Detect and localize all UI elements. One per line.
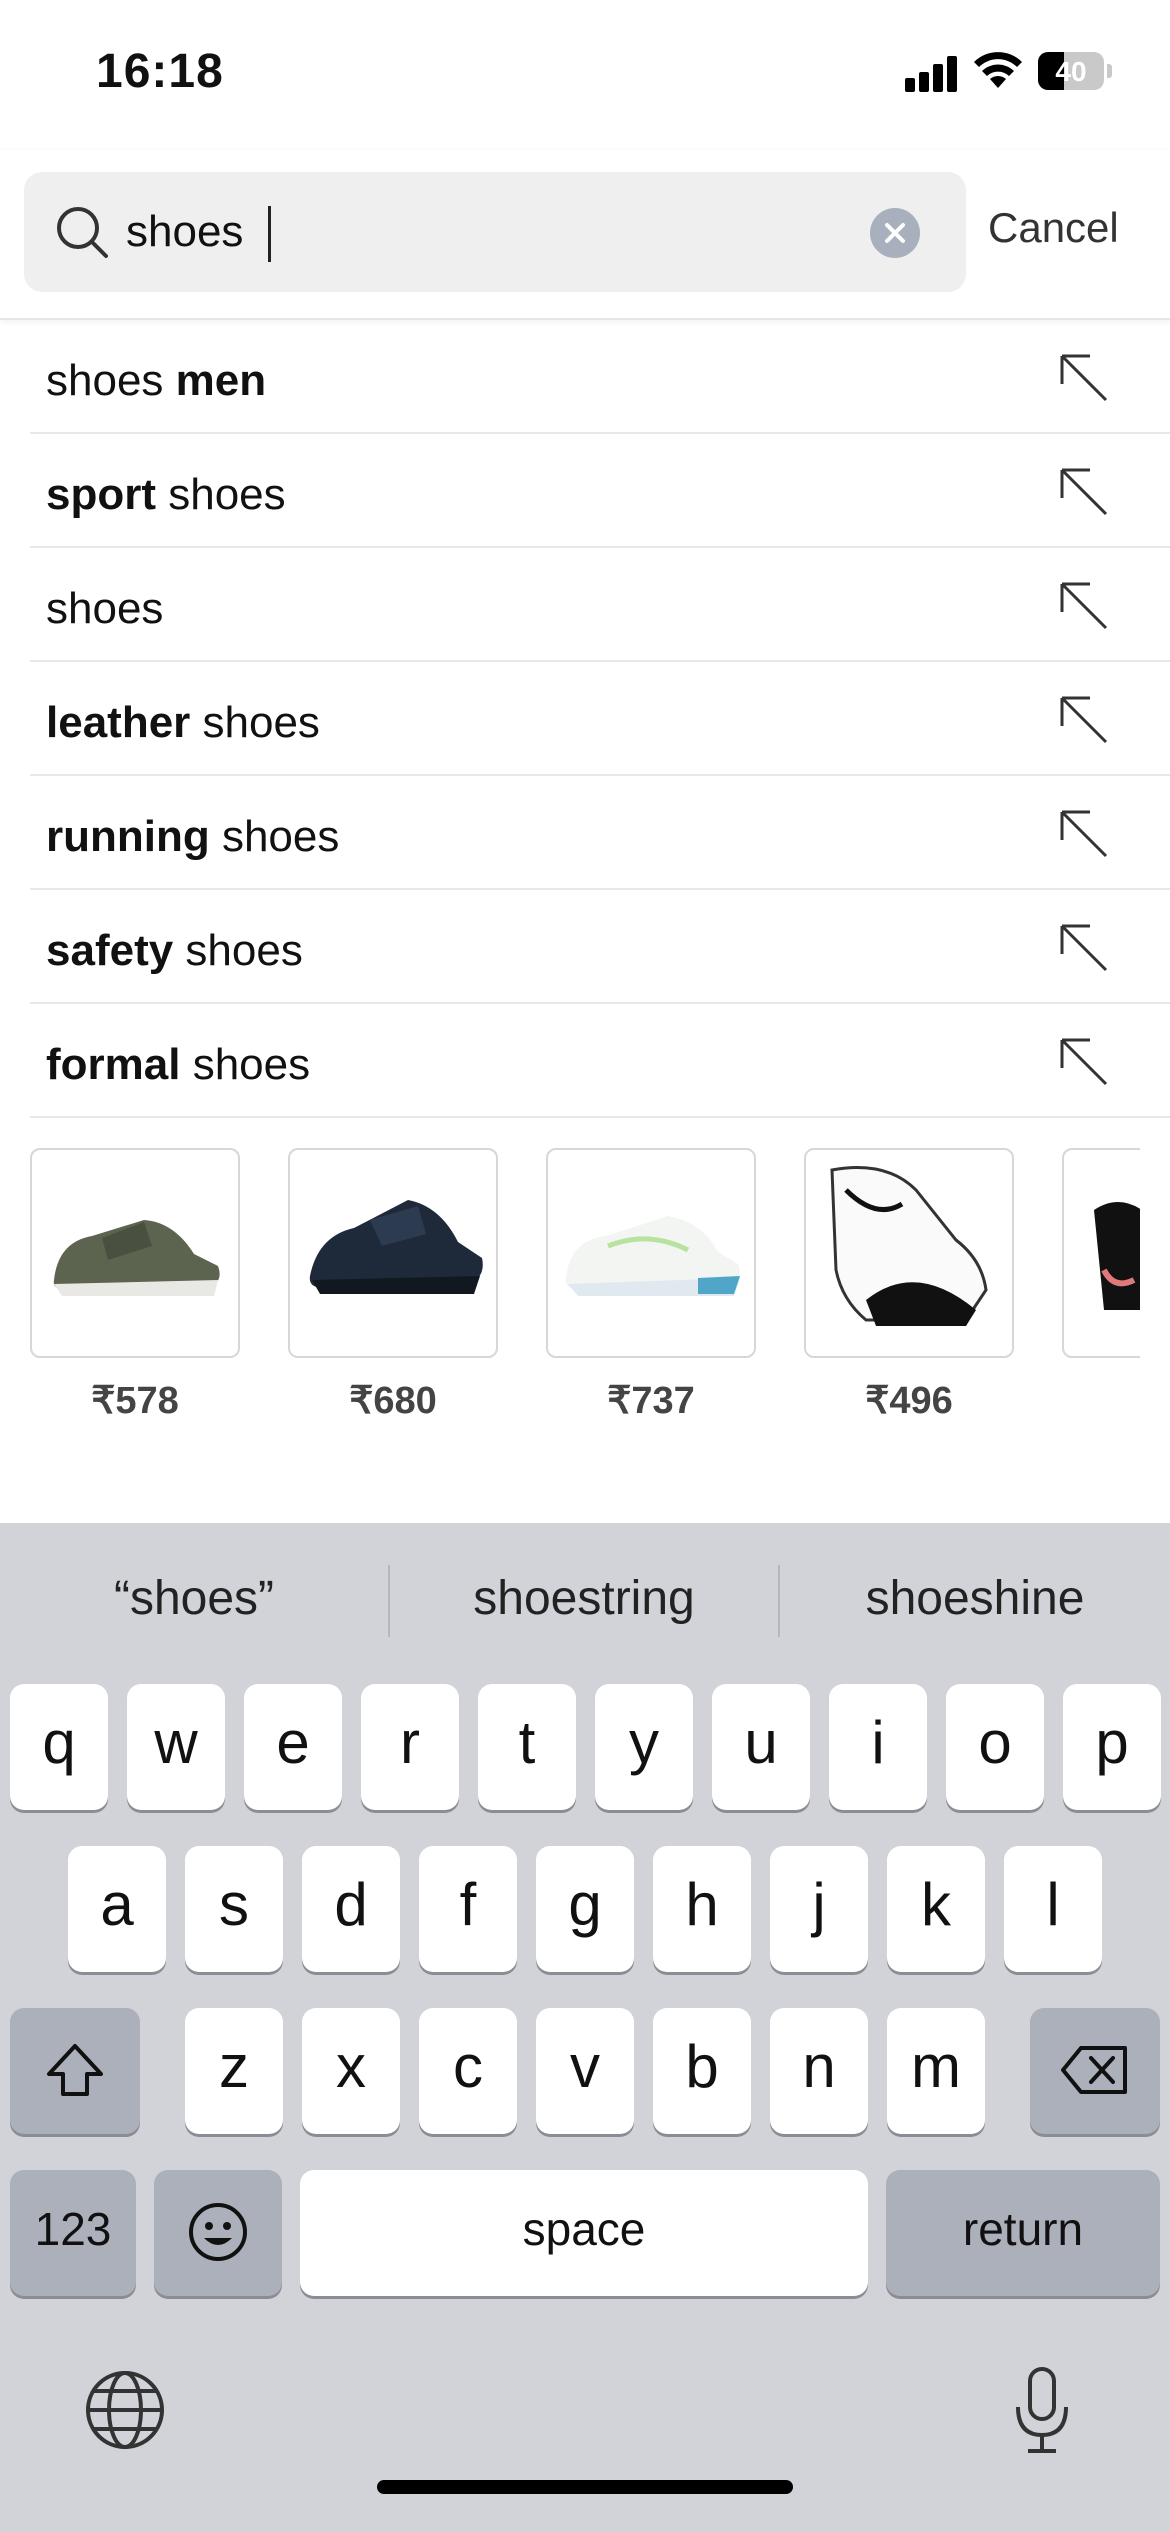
key-a[interactable]: a — [68, 1846, 166, 1972]
wifi-icon — [974, 52, 1022, 88]
return-key[interactable]: return — [886, 2170, 1160, 2296]
arrow-up-left-icon[interactable] — [1056, 464, 1112, 520]
key-k[interactable]: k — [887, 1846, 985, 1972]
arrow-up-left-icon[interactable] — [1056, 578, 1112, 634]
suggestion-item[interactable]: running shoes — [30, 776, 1170, 890]
key-z[interactable]: z — [185, 2008, 283, 2134]
product-card[interactable]: ₹ — [1062, 1148, 1140, 1423]
close-icon — [885, 223, 905, 243]
search-box[interactable] — [24, 172, 966, 292]
search-input[interactable] — [126, 200, 866, 264]
key-w[interactable]: w — [127, 1684, 225, 1810]
key-e[interactable]: e — [244, 1684, 342, 1810]
product-card[interactable]: ₹737 — [546, 1148, 756, 1423]
space-key[interactable]: space — [300, 2170, 868, 2296]
arrow-up-left-icon[interactable] — [1056, 350, 1112, 406]
search-header: Cancel — [0, 150, 1170, 320]
product-image — [288, 1148, 498, 1358]
product-card[interactable]: ₹496 — [804, 1148, 1014, 1423]
suggestion-item[interactable]: shoes — [30, 548, 1170, 662]
status-bar: 16:18 40 — [0, 0, 1170, 150]
numbers-key[interactable]: 123 — [10, 2170, 136, 2296]
key-t[interactable]: t — [478, 1684, 576, 1810]
product-price: ₹496 — [865, 1380, 953, 1422]
product-image — [546, 1148, 756, 1358]
suggestion-item[interactable]: formal shoes — [30, 1004, 1170, 1118]
product-price: ₹680 — [349, 1380, 437, 1422]
product-price: ₹737 — [607, 1380, 695, 1422]
key-n[interactable]: n — [770, 2008, 868, 2134]
product-image — [804, 1148, 1014, 1358]
search-icon — [57, 207, 108, 258]
key-b[interactable]: b — [653, 2008, 751, 2134]
suggestion-item[interactable]: sport shoes — [30, 434, 1170, 548]
suggestion-label: running shoes — [46, 812, 340, 861]
arrow-up-left-icon[interactable] — [1056, 1034, 1112, 1090]
emoji-key[interactable] — [154, 2170, 282, 2296]
suggestion-item[interactable]: safety shoes — [30, 890, 1170, 1004]
product-image — [1062, 1148, 1140, 1358]
prediction-item[interactable]: shoestring — [390, 1571, 778, 1626]
emoji-icon — [189, 2203, 247, 2261]
product-card[interactable]: ₹578 — [30, 1148, 240, 1423]
prediction-item[interactable]: shoeshine — [780, 1571, 1170, 1626]
clear-search-button[interactable] — [870, 208, 920, 258]
key-c[interactable]: c — [419, 2008, 517, 2134]
globe-icon[interactable] — [84, 2369, 166, 2451]
cancel-button[interactable]: Cancel — [988, 204, 1119, 252]
battery-percentage: 40 — [1055, 56, 1087, 87]
key-f[interactable]: f — [419, 1846, 517, 1972]
predictive-text-bar: “shoes” shoestring shoeshine — [0, 1523, 1170, 1673]
key-o[interactable]: o — [946, 1684, 1044, 1810]
key-g[interactable]: g — [536, 1846, 634, 1972]
shift-key[interactable] — [10, 2008, 140, 2134]
product-price: ₹578 — [91, 1380, 179, 1422]
suggestion-label: shoes — [46, 584, 164, 633]
product-carousel[interactable]: ₹578 ₹680 ₹737 ₹496 — [30, 1148, 1140, 1438]
battery-cap — [1107, 64, 1112, 78]
prediction-item[interactable]: “shoes” — [0, 1571, 388, 1626]
suggestion-item[interactable]: leather shoes — [30, 662, 1170, 776]
key-s[interactable]: s — [185, 1846, 283, 1972]
key-i[interactable]: i — [829, 1684, 927, 1810]
key-v[interactable]: v — [536, 2008, 634, 2134]
arrow-up-left-icon[interactable] — [1056, 692, 1112, 748]
key-p[interactable]: p — [1063, 1684, 1161, 1810]
key-j[interactable]: j — [770, 1846, 868, 1972]
arrow-up-left-icon[interactable] — [1056, 806, 1112, 862]
key-u[interactable]: u — [712, 1684, 810, 1810]
key-m[interactable]: m — [887, 2008, 985, 2134]
microphone-icon[interactable] — [1012, 2365, 1072, 2457]
home-indicator[interactable] — [377, 2480, 793, 2494]
key-d[interactable]: d — [302, 1846, 400, 1972]
text-caret — [268, 206, 271, 262]
battery-icon: 40 — [1038, 52, 1104, 90]
suggestion-label: shoes men — [46, 356, 267, 405]
suggestion-label: sport shoes — [46, 470, 286, 519]
delete-icon — [1061, 2046, 1127, 2094]
key-y[interactable]: y — [595, 1684, 693, 1810]
suggestion-label: leather shoes — [46, 698, 320, 747]
status-time: 16:18 — [96, 45, 224, 98]
key-q[interactable]: q — [10, 1684, 108, 1810]
key-r[interactable]: r — [361, 1684, 459, 1810]
key-h[interactable]: h — [653, 1846, 751, 1972]
keyboard: “shoes” shoestring shoeshine q w e r t y… — [0, 1523, 1170, 2532]
product-card[interactable]: ₹680 — [288, 1148, 498, 1423]
product-price: ₹ — [1062, 1378, 1140, 1423]
key-l[interactable]: l — [1004, 1846, 1102, 1972]
key-x[interactable]: x — [302, 2008, 400, 2134]
arrow-up-left-icon[interactable] — [1056, 920, 1112, 976]
product-image — [30, 1148, 240, 1358]
suggestion-label: safety shoes — [46, 926, 303, 975]
suggestion-list: shoes men sport shoes shoes leather shoe… — [30, 320, 1170, 1118]
delete-key[interactable] — [1030, 2008, 1160, 2134]
suggestion-label: formal shoes — [46, 1040, 311, 1089]
suggestion-item[interactable]: shoes men — [30, 320, 1170, 434]
cellular-signal-icon — [905, 54, 959, 92]
shift-icon — [47, 2044, 103, 2096]
